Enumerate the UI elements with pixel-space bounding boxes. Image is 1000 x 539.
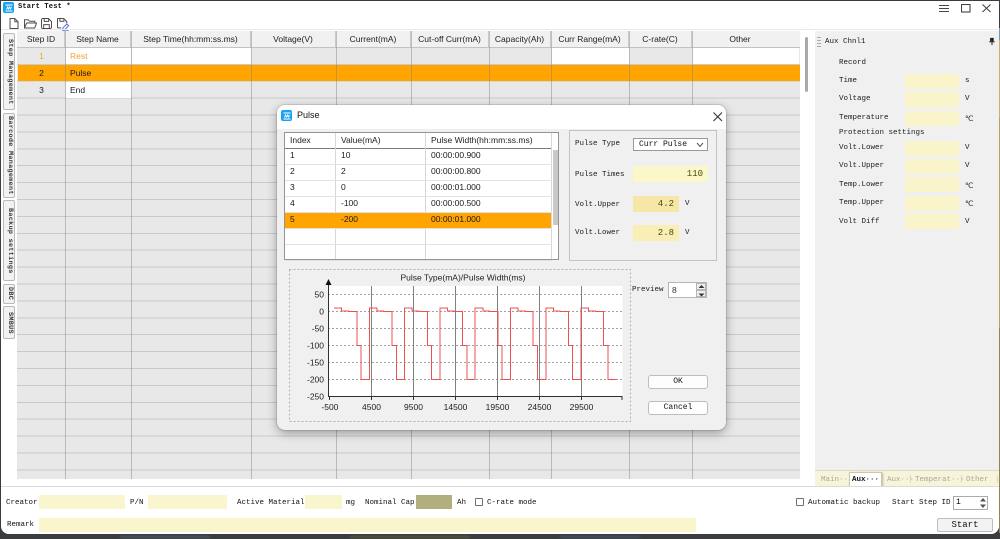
svg-text:29500: 29500: [570, 402, 594, 412]
svg-text:19500: 19500: [486, 402, 510, 412]
svg-text:-150: -150: [307, 358, 324, 368]
svg-text:-250: -250: [307, 392, 324, 402]
svg-text:-500: -500: [321, 402, 338, 412]
svg-text:-100: -100: [307, 341, 324, 351]
svg-text:14500: 14500: [444, 402, 468, 412]
svg-text:9500: 9500: [404, 402, 423, 412]
svg-text:24500: 24500: [528, 402, 552, 412]
svg-text:-50: -50: [312, 324, 325, 334]
svg-text:-200: -200: [307, 375, 324, 385]
svg-text:50: 50: [315, 290, 325, 300]
svg-text:4500: 4500: [362, 402, 381, 412]
svg-text:0: 0: [319, 307, 324, 317]
svg-text:Pulse Type(mA)/Pulse Width(ms): Pulse Type(mA)/Pulse Width(ms): [400, 273, 525, 283]
